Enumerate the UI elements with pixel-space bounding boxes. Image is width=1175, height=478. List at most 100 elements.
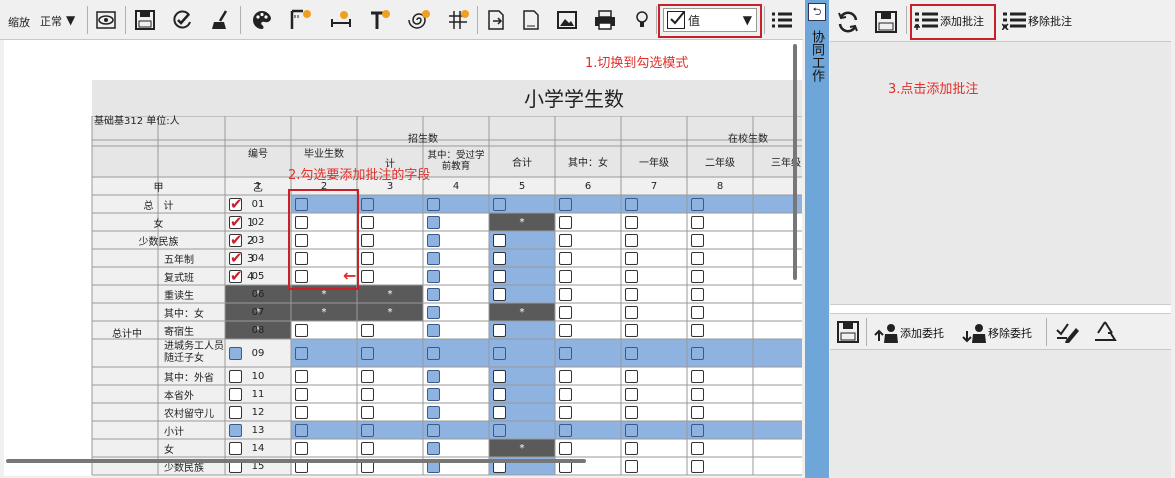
cell-checkbox[interactable] xyxy=(427,405,440,419)
palette-icon[interactable] xyxy=(248,6,276,34)
cell-checkbox[interactable] xyxy=(229,346,242,360)
save-icon[interactable] xyxy=(836,320,860,344)
cell-checkbox[interactable] xyxy=(361,369,374,383)
cell-checkbox[interactable] xyxy=(691,459,704,473)
cell-checkbox[interactable] xyxy=(361,269,374,283)
cell-checkbox[interactable] xyxy=(691,233,704,247)
text-format-icon[interactable] xyxy=(366,6,394,34)
horizontal-scrollbar[interactable] xyxy=(6,459,586,463)
cell-checkbox[interactable] xyxy=(691,215,704,229)
save-icon[interactable] xyxy=(131,6,159,34)
remove-delegate-button[interactable]: 移除委托 xyxy=(962,323,1032,343)
cell-checkbox[interactable] xyxy=(691,387,704,401)
cell-checkbox[interactable] xyxy=(493,251,506,265)
cell-checkbox[interactable] xyxy=(361,387,374,401)
cell-checkbox[interactable] xyxy=(493,369,506,383)
remove-annotation-button[interactable]: 移除批注 xyxy=(1002,12,1072,30)
cell-checkbox[interactable] xyxy=(229,369,242,383)
cell-checkbox[interactable] xyxy=(691,405,704,419)
cell-checkbox[interactable] xyxy=(625,323,638,337)
cell-checkbox[interactable] xyxy=(559,233,572,247)
lightbulb-icon[interactable] xyxy=(628,6,656,34)
cell-checkbox[interactable] xyxy=(559,287,572,301)
cell-checkbox[interactable]: ✔ 3 xyxy=(229,249,254,267)
cell-checkbox[interactable] xyxy=(559,215,572,229)
cell-checkbox[interactable] xyxy=(427,233,440,247)
cell-checkbox[interactable] xyxy=(625,233,638,247)
cell-checkbox[interactable] xyxy=(493,269,506,283)
cell-checkbox[interactable] xyxy=(229,405,242,419)
spiral-icon[interactable] xyxy=(406,6,434,34)
cell-checkbox[interactable] xyxy=(559,405,572,419)
cell-checkbox[interactable] xyxy=(691,346,704,360)
cell-checkbox[interactable] xyxy=(691,305,704,319)
cell-checkbox[interactable] xyxy=(361,423,374,437)
cell-checkbox[interactable] xyxy=(493,197,506,211)
cell-checkbox[interactable] xyxy=(361,441,374,455)
cell-checkbox[interactable] xyxy=(229,423,242,437)
cell-checkbox[interactable] xyxy=(625,251,638,265)
cell-checkbox[interactable] xyxy=(625,215,638,229)
refresh-icon[interactable] xyxy=(836,10,860,34)
cell-checkbox[interactable] xyxy=(625,346,638,360)
cell-checkbox[interactable] xyxy=(427,323,440,337)
cell-checkbox[interactable] xyxy=(559,251,572,265)
cell-checkbox[interactable] xyxy=(493,423,506,437)
cell-checkbox[interactable] xyxy=(361,346,374,360)
cell-checkbox[interactable] xyxy=(493,405,506,419)
cell-checkbox[interactable] xyxy=(691,369,704,383)
broom-icon[interactable] xyxy=(207,6,235,34)
vertical-scrollbar[interactable] xyxy=(793,44,797,280)
ruler-icon[interactable] xyxy=(287,6,315,34)
printer-icon[interactable] xyxy=(591,6,619,34)
cell-checkbox[interactable] xyxy=(691,423,704,437)
check-audit-icon[interactable] xyxy=(168,6,196,34)
cell-checkbox[interactable] xyxy=(229,441,242,455)
cell-checkbox[interactable]: ✔ 2 xyxy=(229,231,254,249)
cell-checkbox[interactable] xyxy=(493,323,506,337)
cell-checkbox[interactable] xyxy=(625,459,638,473)
add-delegate-button[interactable]: 添加委托 xyxy=(874,323,944,343)
cell-checkbox[interactable] xyxy=(691,323,704,337)
cell-checkbox[interactable] xyxy=(559,387,572,401)
cell-checkbox[interactable] xyxy=(559,441,572,455)
cell-checkbox[interactable] xyxy=(427,346,440,360)
eye-icon[interactable] xyxy=(92,6,120,34)
cell-checkbox[interactable] xyxy=(427,197,440,211)
cell-checkbox[interactable] xyxy=(625,405,638,419)
export-icon[interactable] xyxy=(482,6,510,34)
cell-checkbox[interactable] xyxy=(691,269,704,283)
cell-checkbox[interactable]: ✔ 1 xyxy=(229,213,254,231)
cell-checkbox[interactable] xyxy=(427,215,440,229)
cell-checkbox[interactable] xyxy=(427,251,440,265)
cell-checkbox[interactable] xyxy=(493,346,506,360)
zoom-select[interactable]: 正常 ▼ xyxy=(40,13,75,29)
cell-checkbox[interactable] xyxy=(625,441,638,455)
cell-checkbox[interactable] xyxy=(493,287,506,301)
cell-checkbox[interactable] xyxy=(625,387,638,401)
cell-checkbox[interactable] xyxy=(559,346,572,360)
cell-checkbox[interactable] xyxy=(625,423,638,437)
column-width-icon[interactable] xyxy=(327,6,355,34)
save-icon[interactable] xyxy=(874,10,898,34)
cell-checkbox[interactable] xyxy=(625,287,638,301)
cell-checkbox[interactable] xyxy=(295,387,308,401)
cell-checkbox[interactable] xyxy=(427,423,440,437)
edit-check-icon[interactable] xyxy=(1054,320,1080,344)
cell-checkbox[interactable] xyxy=(625,269,638,283)
cell-checkbox[interactable] xyxy=(691,251,704,265)
cell-checkbox[interactable] xyxy=(361,251,374,265)
cell-checkbox[interactable] xyxy=(295,323,308,337)
cell-checkbox[interactable] xyxy=(427,305,440,319)
cell-checkbox[interactable] xyxy=(559,423,572,437)
cell-checkbox[interactable] xyxy=(559,269,572,283)
document-icon[interactable] xyxy=(517,6,545,34)
cell-checkbox[interactable] xyxy=(295,346,308,360)
cell-checkbox[interactable] xyxy=(361,197,374,211)
cell-checkbox[interactable] xyxy=(295,405,308,419)
cell-checkbox[interactable] xyxy=(559,323,572,337)
collab-side-tab[interactable]: ⮌ 协同工作 xyxy=(805,0,829,478)
cell-checkbox[interactable] xyxy=(427,269,440,283)
cell-checkbox[interactable] xyxy=(625,197,638,211)
list-menu-icon[interactable] xyxy=(768,6,796,34)
